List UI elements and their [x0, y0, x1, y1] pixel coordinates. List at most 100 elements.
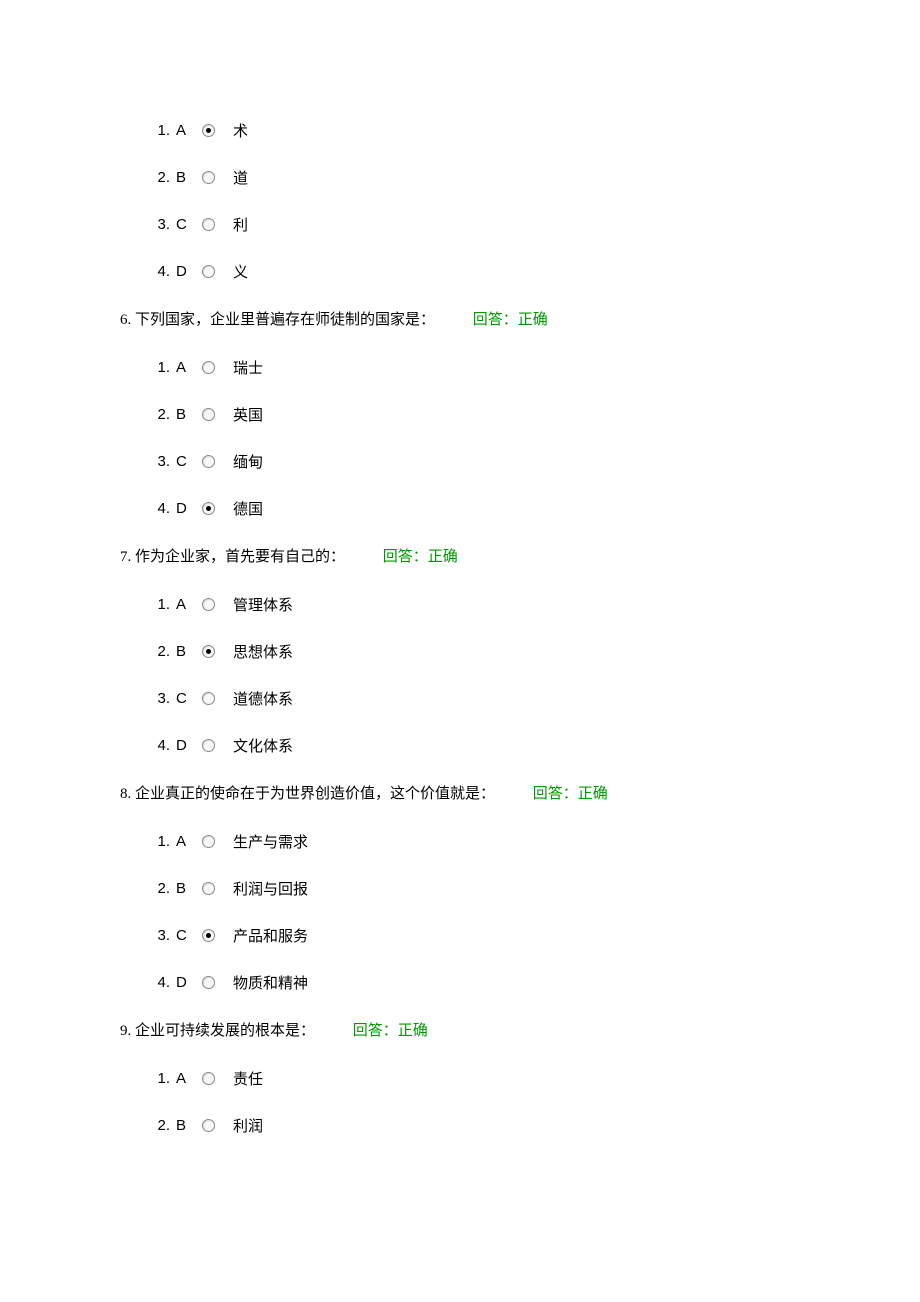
option-number: 2. [120, 880, 170, 897]
radio-icon[interactable] [202, 929, 215, 942]
radio-icon[interactable] [202, 171, 215, 184]
option-row: 1. A 生产与需求 [120, 831, 800, 852]
option-block: 1. A 管理体系 2. B 思想体系 3. C 道德体系 4. D 文化体系 [120, 594, 800, 756]
option-letter: C [176, 216, 196, 233]
radio-icon[interactable] [202, 502, 215, 515]
radio-icon[interactable] [202, 1072, 215, 1085]
option-letter: C [176, 927, 196, 944]
option-text: 产品和服务 [233, 925, 308, 946]
option-letter: D [176, 500, 196, 517]
option-text: 利 [233, 214, 248, 235]
radio-icon[interactable] [202, 598, 215, 611]
question-text: 下列国家，企业里普遍存在师徒制的国家是： [135, 312, 435, 328]
option-number: 4. [120, 263, 170, 280]
option-letter: D [176, 974, 196, 991]
question-text: 企业可持续发展的根本是： [135, 1023, 315, 1039]
option-text: 利润与回报 [233, 878, 308, 899]
option-text: 文化体系 [233, 735, 293, 756]
radio-icon[interactable] [202, 645, 215, 658]
question-line: 8. 企业真正的使命在于为世界创造价值，这个价值就是： 回答：正确 [120, 782, 800, 803]
question-number: 7. [120, 549, 131, 565]
option-row: 2. B 思想体系 [120, 641, 800, 662]
option-number: 3. [120, 927, 170, 944]
answer-feedback: 回答：正确 [533, 786, 608, 802]
quiz-page: 1. A 术 2. B 道 3. C 利 4. D 义 6. 下列国家，企业里普… [0, 0, 920, 1242]
option-row: 1. A 责任 [120, 1068, 800, 1089]
radio-icon[interactable] [202, 218, 215, 231]
question-text: 企业真正的使命在于为世界创造价值，这个价值就是： [135, 786, 495, 802]
option-row: 2. B 利润 [120, 1115, 800, 1136]
option-number: 1. [120, 596, 170, 613]
option-row: 3. C 利 [120, 214, 800, 235]
option-text: 思想体系 [233, 641, 293, 662]
question-line: 9. 企业可持续发展的根本是： 回答：正确 [120, 1019, 800, 1040]
option-letter: A [176, 596, 196, 613]
option-row: 4. D 义 [120, 261, 800, 282]
option-number: 4. [120, 737, 170, 754]
option-letter: A [176, 359, 196, 376]
question-number: 6. [120, 312, 131, 328]
option-text: 道 [233, 167, 248, 188]
answer-feedback: 回答：正确 [353, 1023, 428, 1039]
option-number: 2. [120, 169, 170, 186]
radio-icon[interactable] [202, 361, 215, 374]
option-number: 3. [120, 216, 170, 233]
option-text: 道德体系 [233, 688, 293, 709]
option-letter: C [176, 690, 196, 707]
option-block: 1. A 生产与需求 2. B 利润与回报 3. C 产品和服务 4. D 物质… [120, 831, 800, 993]
option-row: 2. B 利润与回报 [120, 878, 800, 899]
option-letter: B [176, 169, 196, 186]
option-number: 4. [120, 974, 170, 991]
option-row: 3. C 产品和服务 [120, 925, 800, 946]
question-line: 6. 下列国家，企业里普遍存在师徒制的国家是： 回答：正确 [120, 308, 800, 329]
option-text: 德国 [233, 498, 263, 519]
option-row: 4. D 物质和精神 [120, 972, 800, 993]
option-letter: A [176, 122, 196, 139]
option-row: 4. D 文化体系 [120, 735, 800, 756]
option-number: 1. [120, 1070, 170, 1087]
option-letter: A [176, 1070, 196, 1087]
option-number: 1. [120, 359, 170, 376]
option-text: 责任 [233, 1068, 263, 1089]
option-text: 利润 [233, 1115, 263, 1136]
radio-icon[interactable] [202, 1119, 215, 1132]
option-text: 物质和精神 [233, 972, 308, 993]
option-row: 2. B 英国 [120, 404, 800, 425]
option-number: 2. [120, 643, 170, 660]
option-letter: B [176, 643, 196, 660]
answer-feedback: 回答：正确 [473, 312, 548, 328]
option-block: 1. A 责任 2. B 利润 [120, 1068, 800, 1136]
option-number: 3. [120, 690, 170, 707]
option-letter: D [176, 263, 196, 280]
option-row: 1. A 管理体系 [120, 594, 800, 615]
option-block: 1. A 瑞士 2. B 英国 3. C 缅甸 4. D 德国 [120, 357, 800, 519]
radio-icon[interactable] [202, 882, 215, 895]
radio-icon[interactable] [202, 455, 215, 468]
option-text: 缅甸 [233, 451, 263, 472]
option-row: 3. C 道德体系 [120, 688, 800, 709]
radio-icon[interactable] [202, 976, 215, 989]
question-text: 作为企业家，首先要有自己的： [135, 549, 345, 565]
radio-icon[interactable] [202, 408, 215, 421]
option-number: 3. [120, 453, 170, 470]
option-letter: B [176, 406, 196, 423]
question-line: 7. 作为企业家，首先要有自己的： 回答：正确 [120, 545, 800, 566]
option-number: 2. [120, 1117, 170, 1134]
radio-icon[interactable] [202, 265, 215, 278]
radio-icon[interactable] [202, 692, 215, 705]
option-row: 1. A 术 [120, 120, 800, 141]
option-number: 4. [120, 500, 170, 517]
radio-icon[interactable] [202, 739, 215, 752]
question-number: 8. [120, 786, 131, 802]
option-letter: D [176, 737, 196, 754]
radio-icon[interactable] [202, 124, 215, 137]
option-letter: B [176, 1117, 196, 1134]
option-row: 3. C 缅甸 [120, 451, 800, 472]
option-text: 义 [233, 261, 248, 282]
radio-icon[interactable] [202, 835, 215, 848]
option-number: 1. [120, 122, 170, 139]
option-letter: C [176, 453, 196, 470]
option-text: 生产与需求 [233, 831, 308, 852]
question-number: 9. [120, 1023, 131, 1039]
option-letter: B [176, 880, 196, 897]
